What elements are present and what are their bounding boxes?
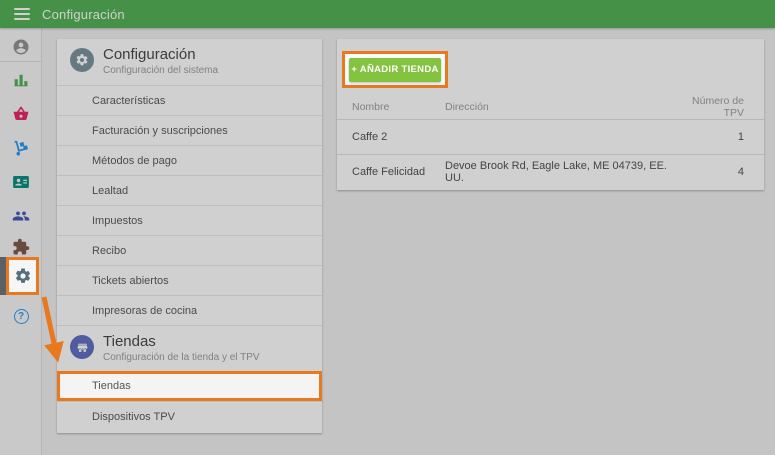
sidebar: ? <box>0 28 42 455</box>
store-name: Caffe 2 <box>337 131 445 143</box>
hamburger-menu-icon[interactable] <box>14 8 30 20</box>
top-bar: Configuración <box>0 0 775 28</box>
column-header-numero-tpv: Número de TPV <box>669 95 764 119</box>
table-header-row: Nombre Dirección Número de TPV <box>337 95 764 120</box>
sidebar-item-profile[interactable] <box>0 35 42 59</box>
menu-item-dispositivos-tpv[interactable]: Dispositivos TPV <box>57 401 322 431</box>
menu-item-tickets-abiertos[interactable]: Tickets abiertos <box>57 265 322 295</box>
bar-chart-icon <box>12 71 30 89</box>
menu-item-metodos-de-pago[interactable]: Métodos de pago <box>57 145 322 175</box>
menu-item-tiendas[interactable]: Tiendas <box>57 371 322 401</box>
gear-icon <box>14 267 32 285</box>
profile-icon <box>12 38 30 56</box>
highlight-box-settings[interactable] <box>6 257 39 295</box>
gear-icon <box>70 48 94 72</box>
contact-card-icon <box>12 173 30 191</box>
column-header-nombre: Nombre <box>337 101 445 113</box>
sidebar-item-reports[interactable] <box>0 68 42 92</box>
sidebar-item-apps[interactable] <box>0 235 42 259</box>
menu-item-impuestos[interactable]: Impuestos <box>57 205 322 235</box>
column-header-direccion: Dirección <box>445 101 669 113</box>
menu-item-caracteristicas[interactable]: Características <box>57 85 322 115</box>
people-icon <box>12 207 30 225</box>
sidebar-divider <box>0 61 42 62</box>
menu-item-facturacion[interactable]: Facturación y suscripciones <box>57 115 322 145</box>
sidebar-item-employees[interactable] <box>0 170 42 194</box>
highlight-box-add-store: + AÑADIR TIENDA <box>342 51 448 88</box>
store-tpv-count: 1 <box>669 131 764 143</box>
store-icon <box>70 335 94 359</box>
sidebar-item-inventory[interactable] <box>0 136 42 160</box>
basket-icon <box>12 105 30 123</box>
add-store-button[interactable]: + AÑADIR TIENDA <box>349 58 441 82</box>
section-subtitle: Configuración de la tienda y el TPV <box>103 352 260 363</box>
sidebar-item-help[interactable]: ? <box>0 304 42 328</box>
sidebar-item-items[interactable] <box>0 102 42 126</box>
settings-section-header: Configuración Configuración del sistema <box>57 39 322 85</box>
hand-truck-icon <box>12 139 30 157</box>
help-icon: ? <box>14 309 29 324</box>
sidebar-item-customers[interactable] <box>0 204 42 228</box>
store-address: Devoe Brook Rd, Eagle Lake, ME 04739, EE… <box>445 160 669 184</box>
section-title: Configuración <box>103 46 196 63</box>
menu-item-recibo[interactable]: Recibo <box>57 235 322 265</box>
menu-item-lealtad[interactable]: Lealtad <box>57 175 322 205</box>
section-title: Tiendas <box>103 333 156 350</box>
table-row[interactable]: Caffe Felicidad Devoe Brook Rd, Eagle La… <box>337 154 764 188</box>
stores-section-header: Tiendas Configuración de la tienda y el … <box>57 325 322 371</box>
table-row[interactable]: Caffe 2 1 <box>337 120 764 154</box>
store-name: Caffe Felicidad <box>337 166 445 178</box>
section-subtitle: Configuración del sistema <box>103 65 218 76</box>
menu-item-label: Tiendas <box>92 380 131 392</box>
puzzle-icon <box>12 238 30 256</box>
menu-item-impresoras-de-cocina[interactable]: Impresoras de cocina <box>57 295 322 325</box>
page-title: Configuración <box>42 7 125 22</box>
store-tpv-count: 4 <box>669 166 764 178</box>
